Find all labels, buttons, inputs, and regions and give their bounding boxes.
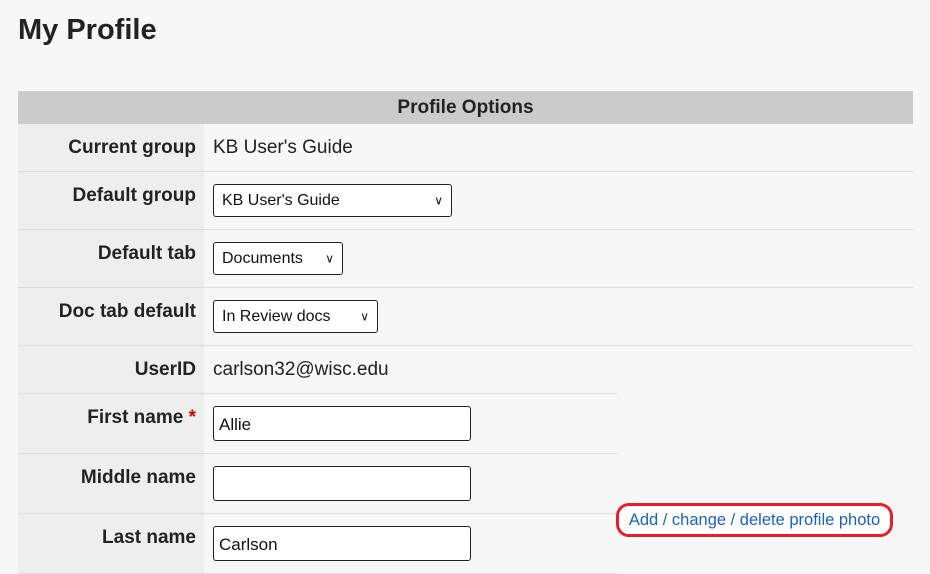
doc-tab-default-row: Doc tab default In Review docs ∨ (18, 288, 913, 346)
current-group-row: Current group KB User's Guide (18, 124, 913, 172)
userid-label: UserID (18, 346, 204, 393)
default-tab-label: Default tab (18, 230, 204, 287)
profile-photo-link[interactable]: Add / change / delete profile photo (629, 511, 880, 530)
userid-value: carlson32@wisc.edu (204, 346, 617, 393)
middle-name-input[interactable] (213, 466, 471, 501)
default-tab-row: Default tab Documents ∨ (18, 230, 913, 288)
default-group-select-wrap[interactable]: KB User's Guide ∨ (213, 184, 452, 217)
middle-name-label: Middle name (18, 454, 204, 513)
default-group-select[interactable]: KB User's Guide (213, 184, 452, 217)
last-name-input[interactable] (213, 526, 471, 561)
doc-tab-default-select-wrap[interactable]: In Review docs ∨ (213, 300, 378, 333)
userid-row: UserID carlson32@wisc.edu (18, 346, 617, 394)
current-group-label: Current group (18, 124, 204, 171)
required-asterisk: * (188, 407, 196, 428)
page-title: My Profile (18, 14, 157, 46)
first-name-label: First name (87, 407, 184, 428)
last-name-row: Last name (18, 514, 617, 574)
default-group-row: Default group KB User's Guide ∨ (18, 172, 913, 230)
photo-link-highlight: Add / change / delete profile photo (616, 503, 893, 537)
last-name-label: Last name (18, 514, 204, 573)
first-name-input[interactable] (213, 406, 471, 441)
default-group-label: Default group (18, 172, 204, 229)
doc-tab-default-label: Doc tab default (18, 288, 204, 345)
first-name-row: First name * (18, 394, 617, 454)
doc-tab-default-select[interactable]: In Review docs (213, 300, 378, 333)
default-tab-select[interactable]: Documents (213, 242, 343, 275)
default-tab-select-wrap[interactable]: Documents ∨ (213, 242, 343, 275)
middle-name-row: Middle name (18, 454, 617, 514)
current-group-value: KB User's Guide (204, 124, 913, 171)
profile-options-header: Profile Options (18, 91, 913, 124)
